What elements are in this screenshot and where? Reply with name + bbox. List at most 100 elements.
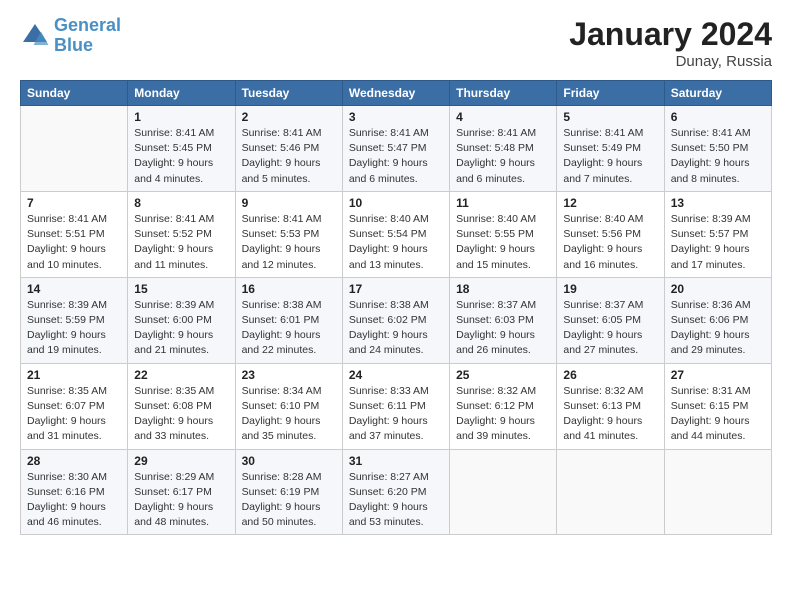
week-row-4: 28 Sunrise: 8:30 AMSunset: 6:16 PMDayligh… [21,449,772,535]
day-number: 19 [563,282,657,296]
day-number: 2 [242,110,336,124]
day-info: Sunrise: 8:41 AMSunset: 5:46 PMDaylight:… [242,126,336,187]
day-number: 29 [134,454,228,468]
day-cell: 25 Sunrise: 8:32 AMSunset: 6:12 PMDayligh… [450,363,557,449]
day-number: 7 [27,196,121,210]
col-monday: Monday [128,81,235,106]
day-cell: 15 Sunrise: 8:39 AMSunset: 6:00 PMDayligh… [128,277,235,363]
day-cell [21,106,128,192]
day-cell: 28 Sunrise: 8:30 AMSunset: 6:16 PMDayligh… [21,449,128,535]
day-number: 9 [242,196,336,210]
col-thursday: Thursday [450,81,557,106]
day-number: 15 [134,282,228,296]
day-number: 18 [456,282,550,296]
day-info: Sunrise: 8:31 AMSunset: 6:15 PMDaylight:… [671,384,765,445]
day-info: Sunrise: 8:41 AMSunset: 5:50 PMDaylight:… [671,126,765,187]
day-cell: 10Sunrise: 8:40 AMSunset: 5:54 PMDayligh… [342,191,449,277]
day-number: 11 [456,196,550,210]
day-number: 6 [671,110,765,124]
day-cell: 22 Sunrise: 8:35 AMSunset: 6:08 PMDayligh… [128,363,235,449]
month-title: January 2024 [569,16,772,53]
day-cell: 2 Sunrise: 8:41 AMSunset: 5:46 PMDaylight… [235,106,342,192]
day-number: 22 [134,368,228,382]
day-info: Sunrise: 8:30 AMSunset: 6:16 PMDaylight:… [27,470,121,531]
day-number: 28 [27,454,121,468]
day-info: Sunrise: 8:32 AMSunset: 6:12 PMDaylight:… [456,384,550,445]
day-number: 25 [456,368,550,382]
col-tuesday: Tuesday [235,81,342,106]
day-cell: 8Sunrise: 8:41 AMSunset: 5:52 PMDaylight… [128,191,235,277]
day-cell [664,449,771,535]
day-number: 23 [242,368,336,382]
day-cell: 14 Sunrise: 8:39 AMSunset: 5:59 PMDayligh… [21,277,128,363]
day-cell: 6 Sunrise: 8:41 AMSunset: 5:50 PMDaylight… [664,106,771,192]
day-info: Sunrise: 8:35 AMSunset: 6:07 PMDaylight:… [27,384,121,445]
day-number: 13 [671,196,765,210]
day-info: Sunrise: 8:39 AMSunset: 5:59 PMDaylight:… [27,298,121,359]
day-number: 31 [349,454,443,468]
day-cell: 9 Sunrise: 8:41 AMSunset: 5:53 PMDaylight… [235,191,342,277]
day-info: Sunrise: 8:40 AMSunset: 5:56 PMDaylight:… [563,212,657,273]
day-number: 17 [349,282,443,296]
day-cell: 1Sunrise: 8:41 AMSunset: 5:45 PMDaylight… [128,106,235,192]
day-number: 14 [27,282,121,296]
day-info: Sunrise: 8:29 AMSunset: 6:17 PMDaylight:… [134,470,228,531]
day-cell: 30 Sunrise: 8:28 AMSunset: 6:19 PMDayligh… [235,449,342,535]
day-info: Sunrise: 8:41 AMSunset: 5:51 PMDaylight:… [27,212,121,273]
calendar-header: Sunday Monday Tuesday Wednesday Thursday… [21,81,772,106]
day-number: 21 [27,368,121,382]
day-info: Sunrise: 8:38 AMSunset: 6:01 PMDaylight:… [242,298,336,359]
day-cell: 5 Sunrise: 8:41 AMSunset: 5:49 PMDaylight… [557,106,664,192]
day-cell: 26Sunrise: 8:32 AMSunset: 6:13 PMDayligh… [557,363,664,449]
day-number: 12 [563,196,657,210]
day-number: 20 [671,282,765,296]
day-cell: 19 Sunrise: 8:37 AMSunset: 6:05 PMDayligh… [557,277,664,363]
day-info: Sunrise: 8:37 AMSunset: 6:03 PMDaylight:… [456,298,550,359]
day-number: 27 [671,368,765,382]
day-info: Sunrise: 8:39 AMSunset: 5:57 PMDaylight:… [671,212,765,273]
logo-blue: Blue [54,35,93,55]
day-cell: 13 Sunrise: 8:39 AMSunset: 5:57 PMDayligh… [664,191,771,277]
day-number: 4 [456,110,550,124]
col-sunday: Sunday [21,81,128,106]
day-info: Sunrise: 8:40 AMSunset: 5:55 PMDaylight:… [456,212,550,273]
page: General Blue January 2024 Dunay, Russia … [0,0,792,612]
logo-text: General Blue [54,16,121,56]
day-cell: 20 Sunrise: 8:36 AMSunset: 6:06 PMDayligh… [664,277,771,363]
day-info: Sunrise: 8:39 AMSunset: 6:00 PMDaylight:… [134,298,228,359]
day-number: 16 [242,282,336,296]
day-info: Sunrise: 8:41 AMSunset: 5:49 PMDaylight:… [563,126,657,187]
day-info: Sunrise: 8:32 AMSunset: 6:13 PMDaylight:… [563,384,657,445]
header: General Blue January 2024 Dunay, Russia [20,16,772,70]
day-cell: 12 Sunrise: 8:40 AMSunset: 5:56 PMDayligh… [557,191,664,277]
day-number: 5 [563,110,657,124]
day-info: Sunrise: 8:41 AMSunset: 5:53 PMDaylight:… [242,212,336,273]
week-row-2: 14 Sunrise: 8:39 AMSunset: 5:59 PMDayligh… [21,277,772,363]
day-info: Sunrise: 8:41 AMSunset: 5:47 PMDaylight:… [349,126,443,187]
calendar-body: 1Sunrise: 8:41 AMSunset: 5:45 PMDaylight… [21,106,772,535]
week-row-3: 21 Sunrise: 8:35 AMSunset: 6:07 PMDayligh… [21,363,772,449]
day-info: Sunrise: 8:34 AMSunset: 6:10 PMDaylight:… [242,384,336,445]
col-wednesday: Wednesday [342,81,449,106]
day-cell: 3 Sunrise: 8:41 AMSunset: 5:47 PMDaylight… [342,106,449,192]
day-number: 30 [242,454,336,468]
day-cell: 27 Sunrise: 8:31 AMSunset: 6:15 PMDayligh… [664,363,771,449]
day-info: Sunrise: 8:28 AMSunset: 6:19 PMDaylight:… [242,470,336,531]
day-info: Sunrise: 8:35 AMSunset: 6:08 PMDaylight:… [134,384,228,445]
day-cell: 18 Sunrise: 8:37 AMSunset: 6:03 PMDayligh… [450,277,557,363]
day-info: Sunrise: 8:38 AMSunset: 6:02 PMDaylight:… [349,298,443,359]
day-cell [557,449,664,535]
day-info: Sunrise: 8:40 AMSunset: 5:54 PMDaylight:… [349,212,443,273]
day-info: Sunrise: 8:36 AMSunset: 6:06 PMDaylight:… [671,298,765,359]
week-row-1: 7 Sunrise: 8:41 AMSunset: 5:51 PMDaylight… [21,191,772,277]
day-number: 8 [134,196,228,210]
day-info: Sunrise: 8:37 AMSunset: 6:05 PMDaylight:… [563,298,657,359]
day-number: 3 [349,110,443,124]
day-info: Sunrise: 8:41 AMSunset: 5:48 PMDaylight:… [456,126,550,187]
title-block: January 2024 Dunay, Russia [569,16,772,70]
day-cell [450,449,557,535]
day-number: 24 [349,368,443,382]
day-cell: 29 Sunrise: 8:29 AMSunset: 6:17 PMDayligh… [128,449,235,535]
col-friday: Friday [557,81,664,106]
day-cell: 23 Sunrise: 8:34 AMSunset: 6:10 PMDayligh… [235,363,342,449]
